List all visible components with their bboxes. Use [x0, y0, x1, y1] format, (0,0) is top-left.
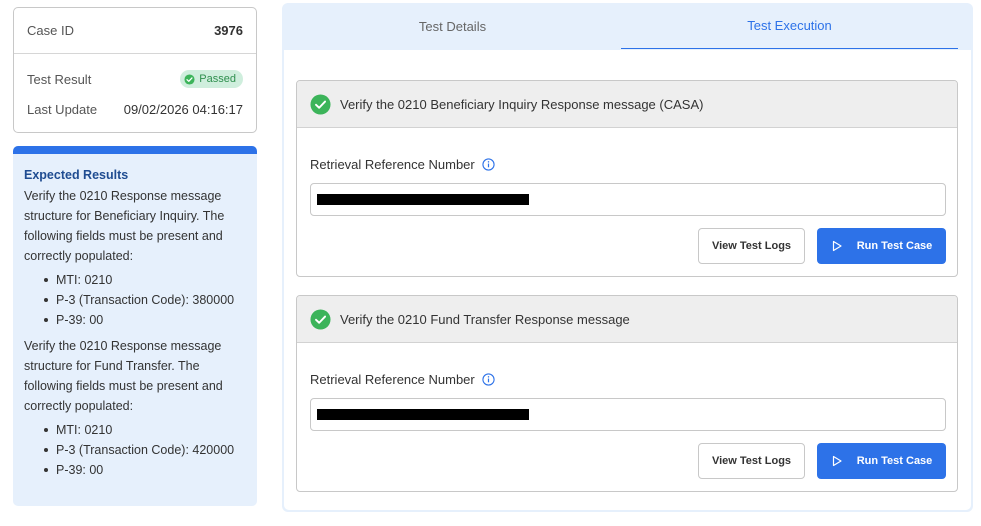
info-icon[interactable]	[482, 158, 495, 171]
field-label-text: Retrieval Reference Number	[310, 157, 475, 172]
list-item: MTI: 0210	[44, 270, 246, 290]
case-summary-card: Case ID 3976 Test Result Passed Last Upd…	[13, 7, 257, 133]
redacted-value	[317, 194, 529, 205]
expected-results-accent-bar	[13, 146, 257, 154]
test-case-title: Verify the 0210 Beneficiary Inquiry Resp…	[340, 96, 704, 112]
tab-test-details[interactable]: Test Details	[284, 3, 621, 49]
list-item: MTI: 0210	[44, 420, 246, 440]
list-item: P-3 (Transaction Code): 380000	[44, 290, 246, 310]
case-id-label: Case ID	[27, 23, 74, 38]
test-result-row: Test Result Passed	[14, 54, 256, 94]
check-circle-icon	[310, 308, 331, 330]
expected-section-text: Verify the 0210 Response message structu…	[24, 339, 223, 413]
field-label: Retrieval Reference Number	[310, 372, 495, 387]
expected-results-panel: Expected Results Verify the 0210 Respons…	[13, 146, 257, 506]
view-test-logs-button[interactable]: View Test Logs	[698, 443, 805, 479]
tab-bar: Test Details Test Execution	[284, 3, 958, 49]
view-test-logs-button[interactable]: View Test Logs	[698, 228, 805, 264]
redacted-value	[317, 409, 529, 420]
page: Case ID 3976 Test Result Passed Last Upd…	[0, 0, 981, 526]
test-result-label: Test Result	[27, 71, 92, 87]
test-case-card: Verify the 0210 Beneficiary Inquiry Resp…	[296, 80, 958, 277]
run-test-case-label: Run Test Case	[856, 455, 933, 467]
run-test-case-button[interactable]: Run Test Case	[817, 228, 946, 264]
test-execution-content: Verify the 0210 Beneficiary Inquiry Resp…	[284, 50, 971, 510]
retrieval-reference-input[interactable]	[310, 398, 946, 431]
last-update-value: 09/02/2026 04:16:17	[123, 101, 243, 117]
status-badge: Passed	[180, 70, 243, 88]
expected-section-text: Verify the 0210 Response message structu…	[24, 189, 225, 263]
expected-field-list: MTI: 0210 P-3 (Transaction Code): 380000…	[24, 270, 246, 330]
play-icon	[832, 240, 842, 252]
field-label: Retrieval Reference Number	[310, 157, 495, 172]
tab-test-execution[interactable]: Test Execution	[621, 3, 958, 49]
case-id-value: 3976	[214, 23, 243, 38]
main-panel: Test Details Test Execution Verify the 0…	[282, 3, 973, 512]
list-item: P-3 (Transaction Code): 420000	[44, 440, 246, 460]
run-test-case-label: Run Test Case	[856, 240, 933, 252]
retrieval-reference-input[interactable]	[310, 183, 946, 216]
play-icon	[832, 455, 842, 467]
test-case-header: Verify the 0210 Fund Transfer Response m…	[297, 296, 957, 343]
test-case-header: Verify the 0210 Beneficiary Inquiry Resp…	[297, 81, 957, 128]
last-update-label: Last Update	[27, 101, 98, 117]
test-case-card: Verify the 0210 Fund Transfer Response m…	[296, 295, 958, 492]
test-case-title: Verify the 0210 Fund Transfer Response m…	[340, 311, 630, 327]
check-circle-icon	[184, 73, 195, 85]
status-badge-label: Passed	[199, 73, 236, 85]
list-item: P-39: 00	[44, 310, 246, 330]
case-id-row: Case ID 3976	[14, 8, 256, 54]
list-item: P-39: 00	[44, 460, 246, 480]
info-icon[interactable]	[482, 373, 495, 386]
last-update-row: Last Update 09/02/2026 04:16:17	[14, 94, 256, 126]
expected-results-title: Expected Results	[24, 168, 129, 182]
expected-field-list: MTI: 0210 P-3 (Transaction Code): 420000…	[24, 420, 246, 480]
check-circle-icon	[310, 93, 331, 115]
run-test-case-button[interactable]: Run Test Case	[817, 443, 946, 479]
field-label-text: Retrieval Reference Number	[310, 372, 475, 387]
